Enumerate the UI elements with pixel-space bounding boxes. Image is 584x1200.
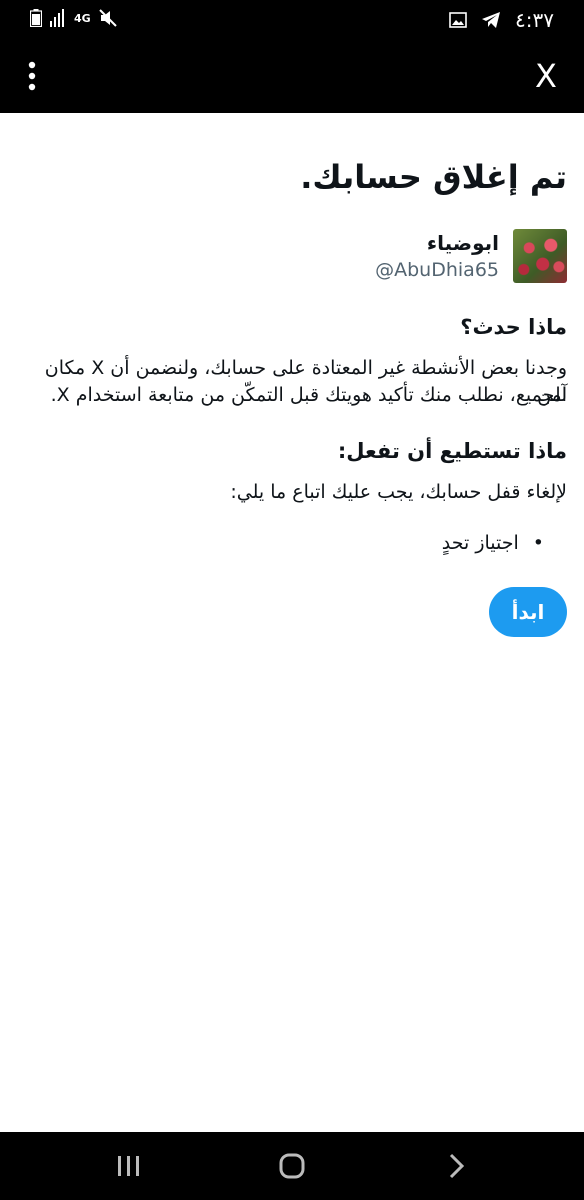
telegram-icon [482,12,501,28]
battery-icon [30,9,42,27]
mute-icon [98,9,117,27]
start-button[interactable]: ابدأ [489,587,567,637]
status-bar: 4G ٤:٣٧ [0,0,584,38]
chevron-right-icon [449,1153,465,1179]
what-to-do-heading: ماذا تستطيع أن تفعل: [337,439,567,463]
vertical-dots-icon [28,61,36,91]
user-handle: @AbuDhia65 [375,259,499,281]
signal-icon [50,9,64,27]
recent-apps-button[interactable] [108,1150,148,1182]
display-name: ابوضياء [426,231,499,255]
status-time: ٤:٣٧ [515,8,554,32]
avatar [513,229,567,283]
app-bar: X [0,38,584,113]
home-button[interactable] [272,1150,312,1182]
page-title: تم إغلاق حسابك. [300,158,567,196]
status-icons-right: ٤:٣٧ [449,8,554,32]
back-button[interactable] [436,1150,476,1182]
more-options-button[interactable] [18,58,46,94]
close-button[interactable]: X [528,56,564,96]
system-nav-bar [0,1132,584,1200]
what-happened-line-2: للجميع، نطلب منك تأكيد هويتك قبل التمكّن… [50,384,567,406]
home-icon [279,1153,305,1179]
status-icons-left: 4G [30,9,117,27]
what-happened-heading: ماذا حدث؟ [460,315,567,339]
account-profile: ابوضياء @AbuDhia65 [17,229,567,285]
recent-apps-icon [118,1156,139,1176]
what-to-do-text: لإلغاء قفل حسابك، يجب عليك اتباع ما يلي: [230,481,567,503]
network-type-label: 4G [74,11,91,25]
image-notification-icon [449,12,467,28]
main-content: تم إغلاق حسابك. ابوضياء @AbuDhia65 ماذا … [0,113,584,1132]
step-list-item: اجتياز تحدٍ [442,532,544,554]
